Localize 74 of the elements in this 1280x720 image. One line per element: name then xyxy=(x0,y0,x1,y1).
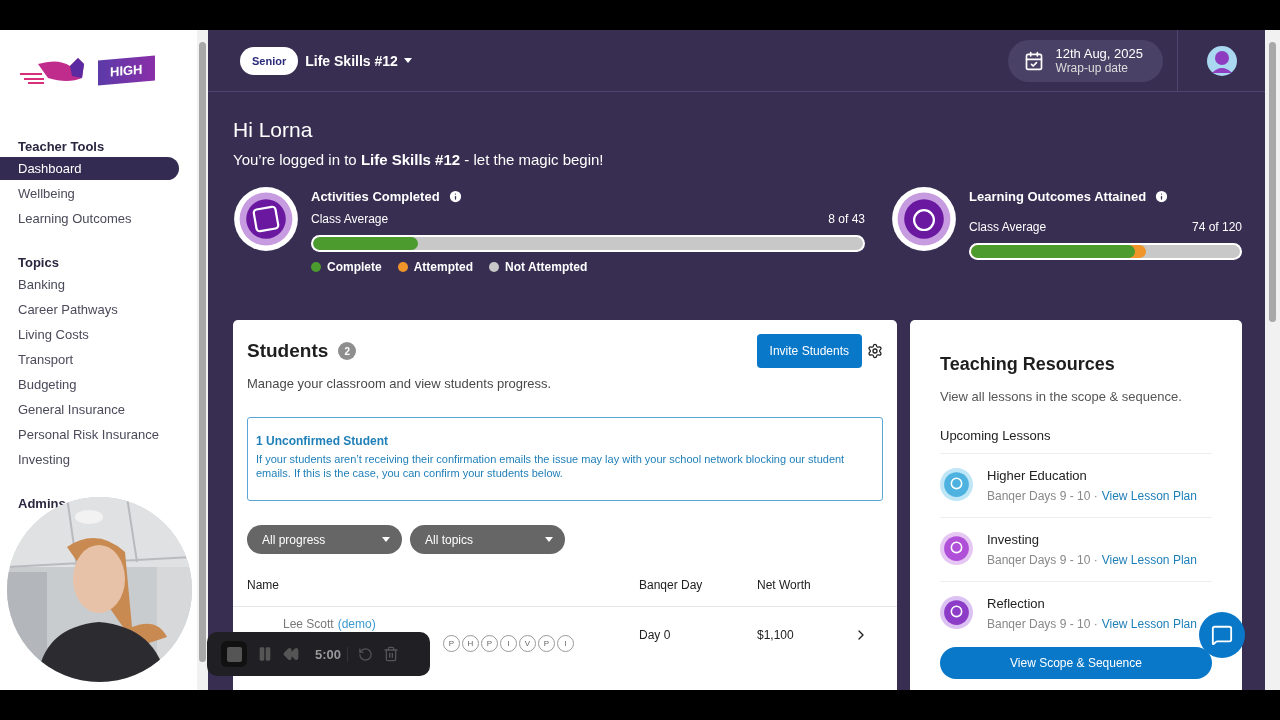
lesson-badge-icon xyxy=(940,532,973,565)
table-cell-text: $1,100 xyxy=(757,627,795,642)
stat-caption: Class Average xyxy=(969,220,1047,234)
card-title: Students xyxy=(247,340,329,362)
stop-button[interactable] xyxy=(221,641,247,667)
table-cell-text: Day 0 xyxy=(639,627,672,642)
lesson-plan-link[interactable]: View Lesson Plan xyxy=(1101,489,1197,503)
sidebar-item[interactable]: Learning Outcomes xyxy=(0,207,179,230)
sidebar-item[interactable]: Living Costs xyxy=(0,323,179,346)
lesson-days: Banqer Days 9 - 10 · xyxy=(987,553,1098,567)
logo-badge: HIGH xyxy=(98,55,155,85)
lesson-title: Higher Education xyxy=(987,468,1088,483)
filter-dropdown[interactable]: All topics xyxy=(410,525,565,554)
stat-count: 74 of 120 xyxy=(1191,220,1242,234)
sidebar-item[interactable]: Investing xyxy=(0,448,179,471)
column-header: Net Worth xyxy=(757,578,812,592)
level-badge: Senior xyxy=(240,46,299,75)
wrap-up-date: 12th Aug, 2025 xyxy=(1055,45,1143,61)
restart-icon[interactable] xyxy=(358,646,374,662)
sidebar-item[interactable]: Transport xyxy=(0,348,179,371)
greeting-text: You’re logged in to Life Skills #12 - let the magic begin! xyxy=(233,151,605,168)
stat-title: Activities Completed xyxy=(311,189,440,204)
sidebar-item[interactable]: Budgeting xyxy=(0,373,179,396)
lesson-days: Banqer Days 9 - 10 · xyxy=(987,489,1098,503)
avatar-icon[interactable] xyxy=(1206,45,1237,76)
lesson-plan-link[interactable]: View Lesson Plan xyxy=(1101,553,1197,567)
calendar-icon xyxy=(1023,50,1044,71)
lesson-badge-icon xyxy=(940,468,973,501)
class-dropdown[interactable]: Life Skills #12 xyxy=(305,52,412,69)
lesson-days: Banqer Days 9 - 10 · xyxy=(987,617,1098,631)
legend-label: Not Attempted xyxy=(505,260,588,274)
rewind-icon[interactable] xyxy=(283,646,299,662)
sidebar-item[interactable]: Personal Risk Insurance xyxy=(0,423,179,446)
chat-icon xyxy=(1211,624,1233,646)
card-title: Teaching Resources xyxy=(940,354,1116,375)
column-header: Name xyxy=(247,578,280,592)
card-description: Manage your classroom and view students progress. xyxy=(246,375,553,391)
pause-icon[interactable] xyxy=(257,646,273,662)
stat-title: Learning Outcomes Attained xyxy=(969,189,1147,204)
invite-students-button[interactable]: Invite Students xyxy=(756,334,862,368)
info-icon[interactable] xyxy=(1154,189,1170,204)
sidebar-item[interactable]: Banking xyxy=(0,273,179,296)
lesson-badge-icon xyxy=(940,596,973,629)
stat-caption: Class Average xyxy=(311,212,389,226)
recording-timer: 5:00 xyxy=(309,646,349,662)
column-header: Banqer Day xyxy=(639,578,704,592)
scope-sequence-button[interactable]: View Scope & Sequence xyxy=(940,647,1212,679)
sidebar-item[interactable]: Dashboard xyxy=(0,157,179,180)
card-description: View all lessons in the scope & sequence. xyxy=(940,389,1183,404)
filter-dropdown[interactable]: All progress xyxy=(247,525,402,554)
stat-count: 8 of 43 xyxy=(828,212,865,226)
sidebar-heading: Teacher Tools xyxy=(17,138,106,156)
date-caption: Wrap-up date xyxy=(1055,60,1129,76)
settings-icon[interactable] xyxy=(867,343,883,359)
sidebar-item[interactable]: General Insurance xyxy=(0,398,179,421)
student-name[interactable]: Lee Scott (demo) xyxy=(283,617,639,631)
student-count: 2 xyxy=(338,342,357,360)
section-heading: Upcoming Lessons xyxy=(940,428,1212,454)
notice-title: 1 Unconfirmed Student xyxy=(256,434,389,448)
greeting-title: Hi Lorna xyxy=(233,118,314,142)
lesson-title: Reflection xyxy=(987,596,1046,611)
notice-text: If your students aren’t receiving their confirmation emails the issue may lay with your school network blocking our student emails. If this is the case, you can confirm your students below. xyxy=(256,452,846,480)
sidebar-heading: Topics xyxy=(17,254,60,272)
scrollbar[interactable] xyxy=(1265,30,1280,690)
legend-label: Complete xyxy=(327,260,382,274)
lesson-title: Investing xyxy=(987,532,1041,547)
sidebar-item[interactable]: Wellbeing xyxy=(0,182,179,205)
sidebar-item[interactable]: Career Pathways xyxy=(0,298,179,321)
legend-label: Attempted xyxy=(413,260,474,274)
target-badge-icon xyxy=(891,186,957,252)
delete-icon[interactable] xyxy=(383,646,400,662)
lesson-plan-link[interactable]: View Lesson Plan xyxy=(1101,617,1197,631)
info-icon[interactable] xyxy=(447,189,463,204)
scrollbar[interactable] xyxy=(197,30,208,690)
